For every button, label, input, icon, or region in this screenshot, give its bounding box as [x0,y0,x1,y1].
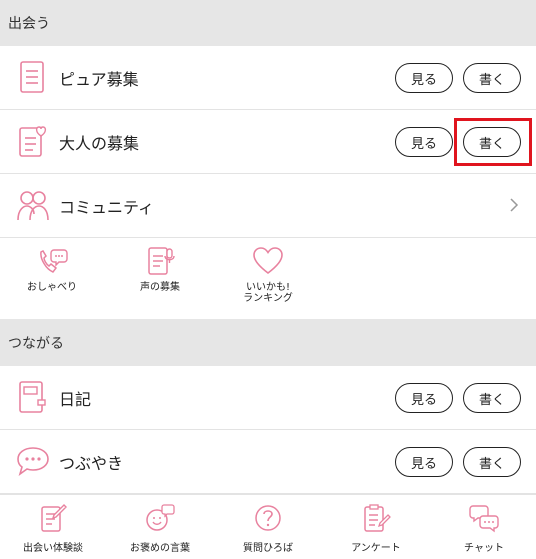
row-label: コミュニティ [59,197,155,217]
nav-chat[interactable]: チャット [436,503,532,554]
row-label: ピュア募集 [59,69,139,89]
diary-icon [16,380,48,414]
row-label: 日記 [59,389,92,409]
row-label: つぶやき [59,453,124,473]
write-button[interactable]: 書く [463,447,521,477]
quick-link-koe-boshu[interactable]: 声の募集 [120,246,200,293]
nav-praise[interactable]: お褒めの言葉 [112,503,208,554]
heart-icon [228,246,308,276]
bottom-nav: 出会い体験談 お褒めの言葉 質問ひろば アンケート チャット [0,494,536,559]
row-label: 大人の募集 [59,133,140,153]
section-title: つながる [8,335,64,352]
section-header-tsunagaru: つながる [0,319,536,366]
document-heart-icon [16,124,48,158]
row-pure-boshu: ピュア募集 見る 書く [0,46,536,110]
phone-chat-icon [12,246,92,276]
nav-label: チャット [464,543,504,554]
write-button[interactable]: 書く [463,63,521,93]
people-icon [16,188,49,222]
row-diary: 日記 見る 書く [0,366,536,430]
highlight-box [454,118,532,166]
chat-bubbles-icon [436,503,532,533]
view-button[interactable]: 見る [395,383,453,413]
row-community[interactable]: コミュニティ [0,174,536,238]
quick-link-oshaberi[interactable]: おしゃべり [12,246,92,293]
nav-label: お褒めの言葉 [130,543,190,554]
quick-link-iikamo-ranking[interactable]: いいかも! ランキング [228,246,308,304]
view-button[interactable]: 見る [395,447,453,477]
voice-document-icon [120,246,200,276]
smile-chat-icon [112,503,208,533]
quick-links: おしゃべり 声の募集 いいかも! ランキング [0,238,536,319]
nav-survey[interactable]: アンケート [328,503,424,554]
section-title: 出会う [8,16,50,32]
write-button[interactable]: 書く [463,383,521,413]
question-icon [220,503,316,533]
quick-link-label: 声の募集 [140,282,180,293]
quick-link-label: おしゃべり [27,282,77,293]
document-icon [16,60,48,94]
view-button[interactable]: 見る [395,63,453,93]
view-button[interactable]: 見る [395,127,453,157]
quick-link-label: いいかも! ランキング [243,282,293,304]
row-tsubuyaki: つぶやき 見る 書く [0,430,536,494]
nav-experience[interactable]: 出会い体験談 [5,503,101,554]
nav-label: 出会い体験談 [23,543,83,554]
document-pen-icon [5,503,101,533]
speech-bubble-icon [16,444,49,478]
clipboard-pen-icon [328,503,424,533]
section-header-deai: 出会う [0,0,536,46]
nav-label: 質問ひろば [243,543,293,554]
nav-label: アンケート [351,543,401,554]
chevron-right-icon [508,196,520,214]
nav-questions[interactable]: 質問ひろば [220,503,316,554]
